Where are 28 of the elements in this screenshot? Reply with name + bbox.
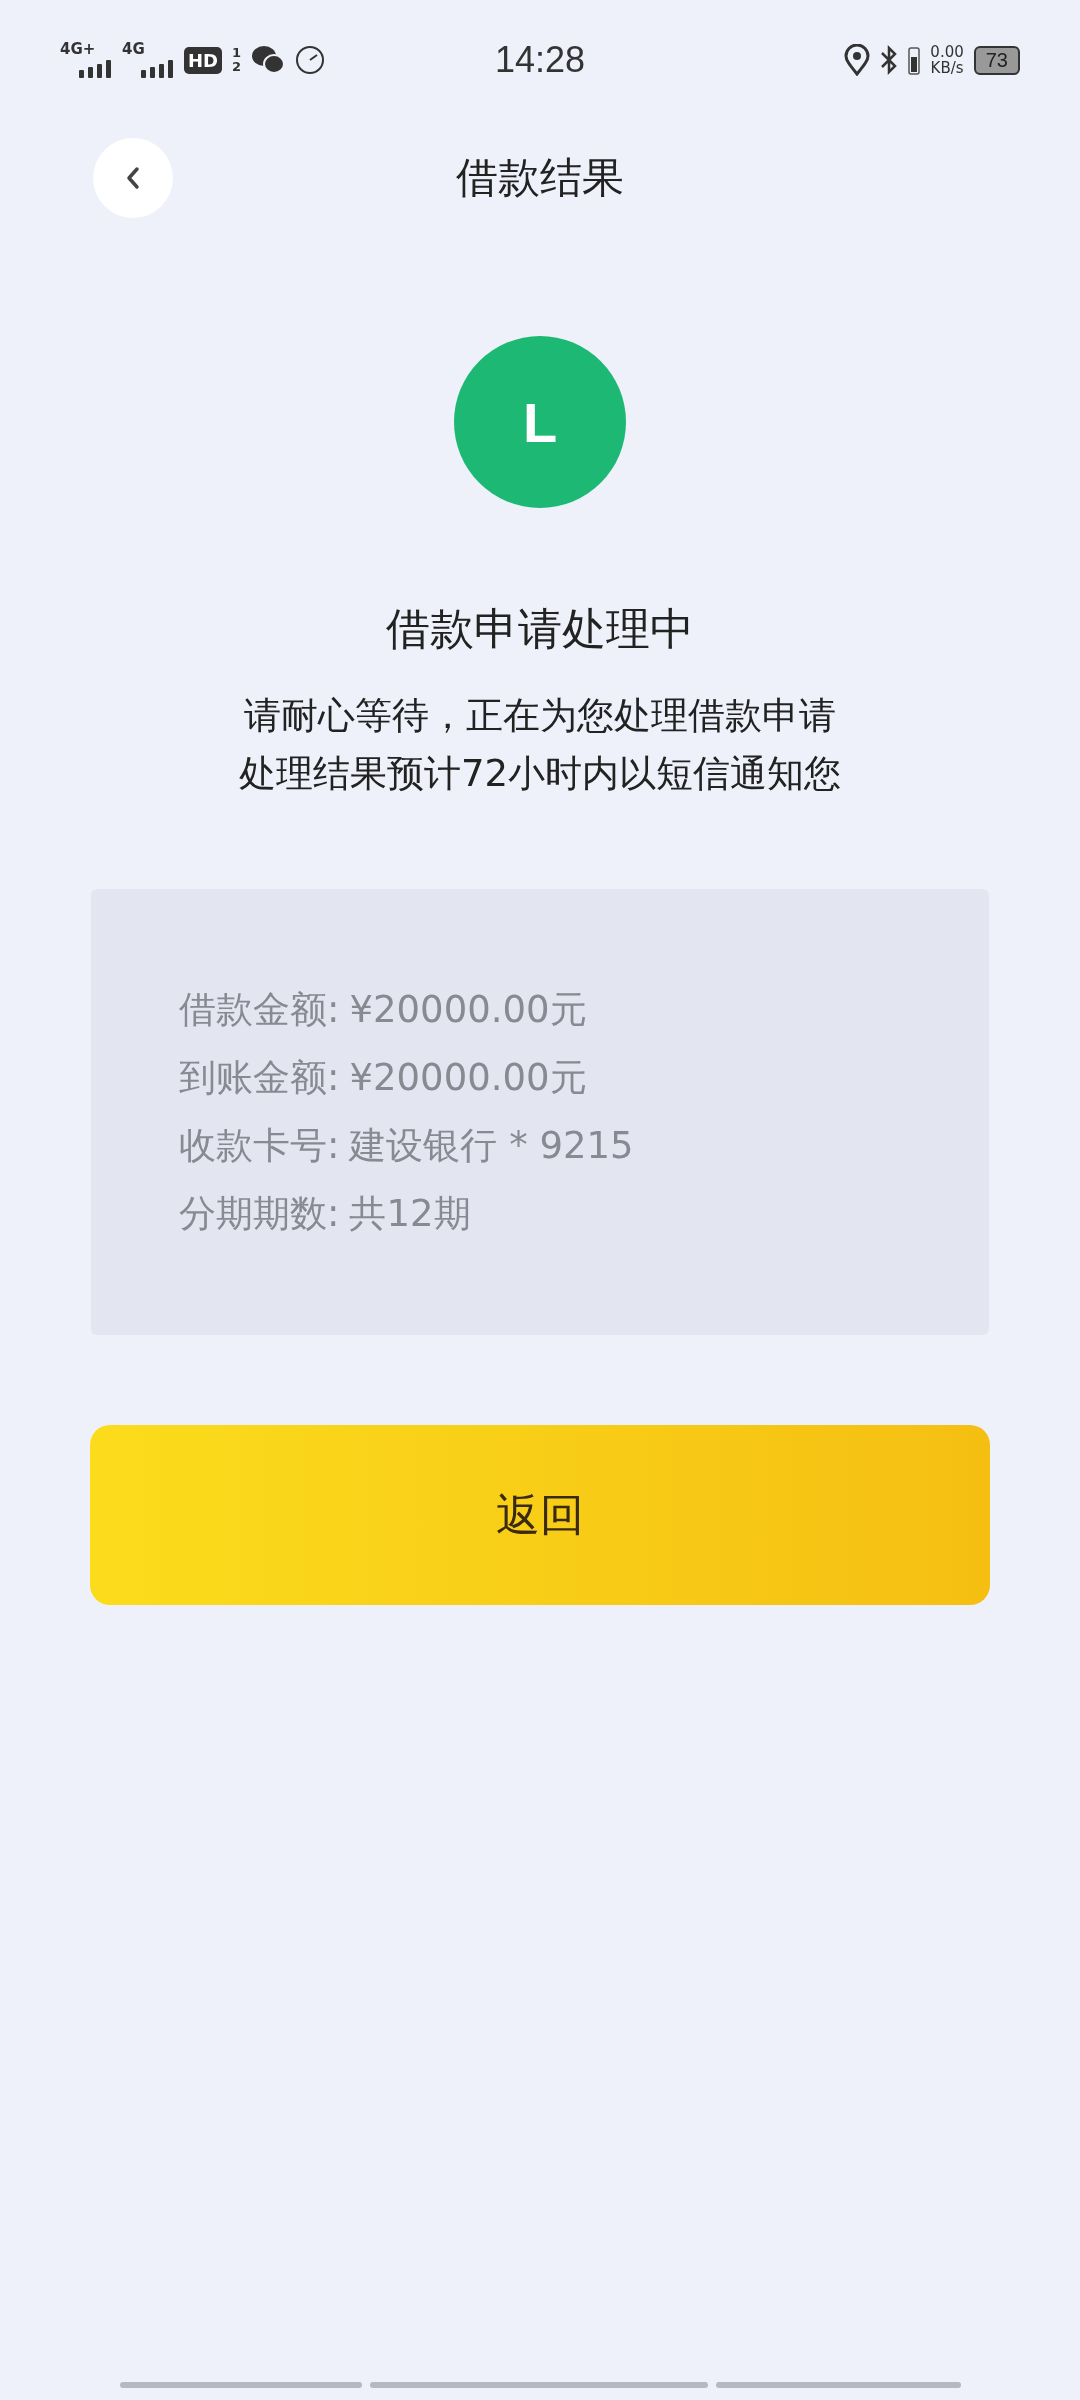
detail-value: 共12期 — [349, 1191, 471, 1237]
status-message: 请耐心等待，正在为您处理借款申请 — [244, 693, 836, 739]
bluetooth-icon — [880, 45, 899, 75]
speed-unit: KB/s — [930, 60, 964, 77]
network-label: 4G — [122, 41, 145, 57]
detail-label: 借款金额: — [179, 987, 340, 1033]
back-icon — [125, 165, 141, 191]
clock-time: 14:28 — [494, 39, 586, 81]
location-icon — [844, 44, 871, 76]
return-button[interactable]: 返回 — [90, 1425, 990, 1605]
sim-number: 1 — [232, 45, 242, 60]
detail-label: 分期期数: — [179, 1191, 340, 1237]
detail-label: 收款卡号: — [179, 1123, 340, 1169]
avatar-circle: L — [454, 336, 626, 508]
detail-label: 到账金额: — [179, 1055, 340, 1101]
speed-value: 0.00 — [930, 43, 964, 60]
gauge-icon — [295, 45, 326, 75]
status-message: 处理结果预计72小时内以短信通知您 — [238, 751, 842, 797]
detail-value: 建设银行 * 9215 — [349, 1123, 634, 1169]
detail-value: ¥20000.00元 — [349, 1055, 587, 1101]
sim-number: 2 — [232, 60, 242, 75]
page-title: 借款结果 — [456, 152, 624, 204]
status-title: 借款申请处理中 — [386, 602, 694, 656]
battery-small-icon — [908, 45, 921, 75]
network-label: 4G+ — [60, 41, 96, 57]
detail-value: ¥20000.00元 — [349, 987, 587, 1033]
battery-indicator: 73 — [973, 45, 1020, 75]
hd-badge: HD — [184, 46, 222, 74]
